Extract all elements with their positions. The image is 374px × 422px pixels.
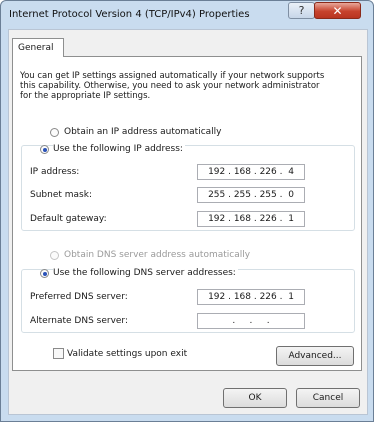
- tab-general[interactable]: General: [12, 38, 64, 57]
- ok-button[interactable]: OK: [223, 388, 287, 408]
- alternate-dns-input[interactable]: . . .: [197, 313, 305, 329]
- ip-address-input[interactable]: 192 . 168 . 226 . 4: [197, 164, 305, 180]
- dialog-client-area: General You can get IP settings assigned…: [8, 29, 368, 415]
- advanced-button-label: Advanced...: [288, 351, 342, 361]
- obtain-dns-auto-radio[interactable]: [50, 251, 59, 260]
- use-following-ip-radio[interactable]: [40, 145, 49, 154]
- preferred-dns-label: Preferred DNS server:: [30, 292, 128, 302]
- use-following-ip-label: Use the following IP address:: [53, 144, 185, 154]
- subnet-mask-label: Subnet mask:: [30, 190, 92, 200]
- obtain-dns-auto-label: Obtain DNS server address automatically: [64, 250, 251, 260]
- use-following-dns-radio[interactable]: [40, 269, 49, 278]
- ok-button-label: OK: [248, 393, 262, 403]
- description-text: You can get IP settings assigned automat…: [20, 71, 325, 101]
- dialog-window: Internet Protocol Version 4 (TCP/IPv4) P…: [0, 0, 374, 422]
- window-title: Internet Protocol Version 4 (TCP/IPv4) P…: [9, 9, 250, 20]
- use-following-dns-label: Use the following DNS server addresses:: [53, 268, 238, 278]
- preferred-dns-input[interactable]: 192 . 168 . 226 . 1: [197, 289, 305, 305]
- advanced-button[interactable]: Advanced...: [276, 346, 354, 366]
- default-gateway-label: Default gateway:: [30, 214, 107, 224]
- close-button[interactable]: ✕: [314, 2, 361, 19]
- alternate-dns-label: Alternate DNS server:: [30, 316, 129, 326]
- obtain-ip-auto-label: Obtain an IP address automatically: [64, 127, 222, 137]
- cancel-button-label: Cancel: [312, 393, 344, 403]
- subnet-mask-input[interactable]: 255 . 255 . 255 . 0: [197, 187, 305, 203]
- validate-settings-label: Validate settings upon exit: [67, 349, 188, 359]
- close-icon: ✕: [332, 3, 343, 18]
- title-bar[interactable]: Internet Protocol Version 4 (TCP/IPv4) P…: [1, 1, 373, 29]
- general-tab-panel: You can get IP settings assigned automat…: [12, 56, 362, 371]
- tab-general-label: General: [18, 43, 54, 53]
- ip-address-label: IP address:: [30, 167, 80, 177]
- help-icon: ?: [298, 4, 305, 17]
- obtain-ip-auto-radio[interactable]: [50, 128, 59, 137]
- help-button[interactable]: ?: [288, 2, 315, 19]
- validate-settings-checkbox[interactable]: [53, 348, 64, 359]
- cancel-button[interactable]: Cancel: [296, 388, 360, 408]
- default-gateway-input[interactable]: 192 . 168 . 226 . 1: [197, 211, 305, 227]
